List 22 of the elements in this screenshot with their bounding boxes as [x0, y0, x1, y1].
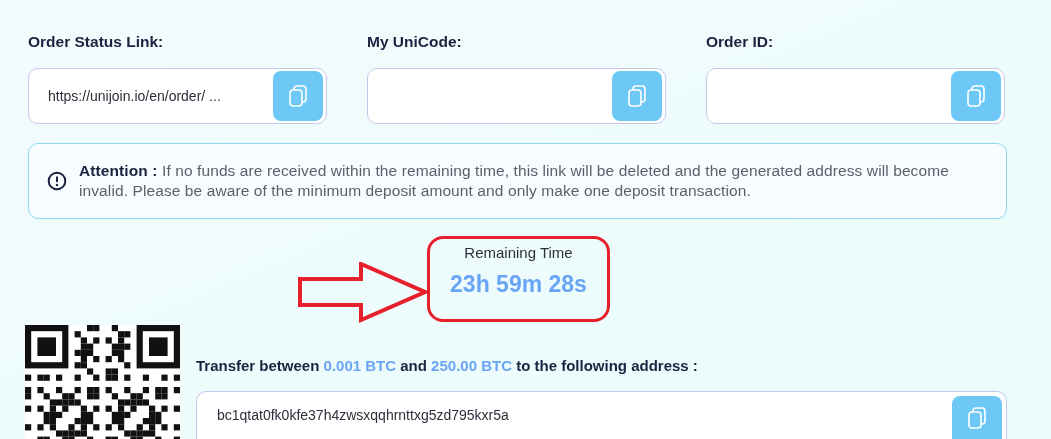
text-field[interactable] [706, 68, 1005, 124]
text-field[interactable]: https://unijoin.io/en/order/ ... [28, 68, 327, 124]
copy-button[interactable] [612, 71, 662, 121]
alert-icon [47, 171, 67, 191]
copy-icon [289, 85, 307, 107]
copy-icon [628, 85, 646, 107]
field-value: https://unijoin.io/en/order/ ... [48, 86, 221, 106]
copy-button[interactable] [951, 71, 1001, 121]
copy-button[interactable] [952, 395, 1002, 439]
address-field[interactable]: bc1qtat0fk0kfe37h4zwsxqqhrnttxg5zd795kxr5a [196, 391, 1007, 439]
copy-icon [968, 406, 986, 429]
field-label: Order ID: [706, 32, 775, 52]
copy-button[interactable] [273, 71, 323, 121]
field-label: Order Status Link: [28, 32, 165, 52]
transfer-instruction: Transfer between 0.001 BTC and 250.00 BTC to the following address : [196, 356, 698, 376]
timer-label: Remaining Time [464, 243, 573, 263]
field-label: My UniCode: [367, 32, 463, 52]
timer-value: 23h 59m 28s [450, 269, 587, 299]
address-text: bc1qtat0fk0kfe37h4zwsxqqhrnttxg5zd795kxr5a [217, 406, 509, 425]
text-field[interactable] [367, 68, 666, 124]
copy-icon [967, 85, 985, 107]
attention-text: Attention : If no funds are received within the remaining time, this link will be deleted and the generated address will become invalid. Please be aware of the minimum deposit amount and only make one deposit transaction. [79, 161, 950, 201]
